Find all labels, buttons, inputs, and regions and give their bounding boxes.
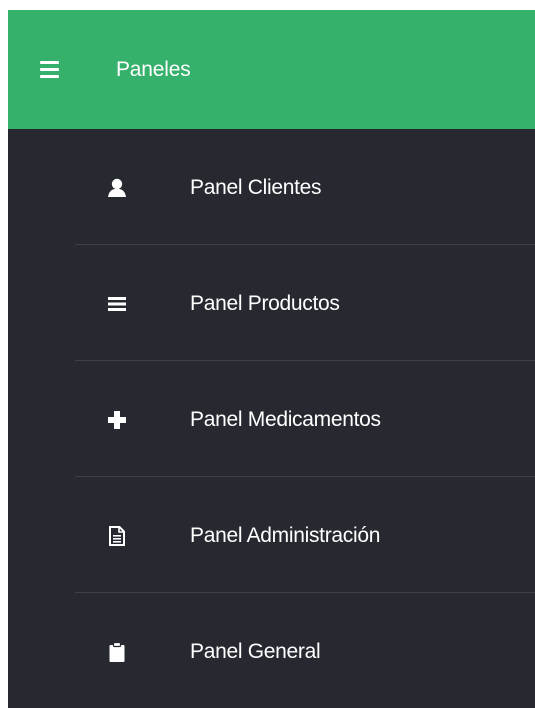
hamburger-icon[interactable] <box>40 60 59 78</box>
user-icon <box>106 177 128 199</box>
menu-item-medicamentos[interactable]: Panel Medicamentos <box>8 361 535 477</box>
menu-item-label: Panel Productos <box>190 292 340 315</box>
menu-item-clientes[interactable]: Panel Clientes <box>8 129 535 245</box>
menu-item-label: Panel Clientes <box>190 176 322 199</box>
panel-header[interactable]: Paneles <box>8 10 535 129</box>
clipboard-icon <box>106 641 128 663</box>
plus-icon <box>106 409 128 431</box>
panel-title: Paneles <box>116 58 191 81</box>
menu-item-label: Panel Administración <box>190 524 381 547</box>
menu-item-administracion[interactable]: Panel Administración <box>8 477 535 593</box>
menu-item-productos[interactable]: Panel Productos <box>8 245 535 361</box>
menu-item-label: Panel Medicamentos <box>190 408 381 431</box>
menu-item-general[interactable]: Panel General <box>8 593 535 708</box>
list-icon <box>106 293 128 315</box>
menu-item-label: Panel General <box>190 640 321 663</box>
panel-menu: Panel Clientes Panel Productos Panel Med… <box>8 129 535 708</box>
side-panel: Paneles Panel Clientes Panel Productos P… <box>8 10 535 708</box>
document-icon <box>106 525 128 547</box>
